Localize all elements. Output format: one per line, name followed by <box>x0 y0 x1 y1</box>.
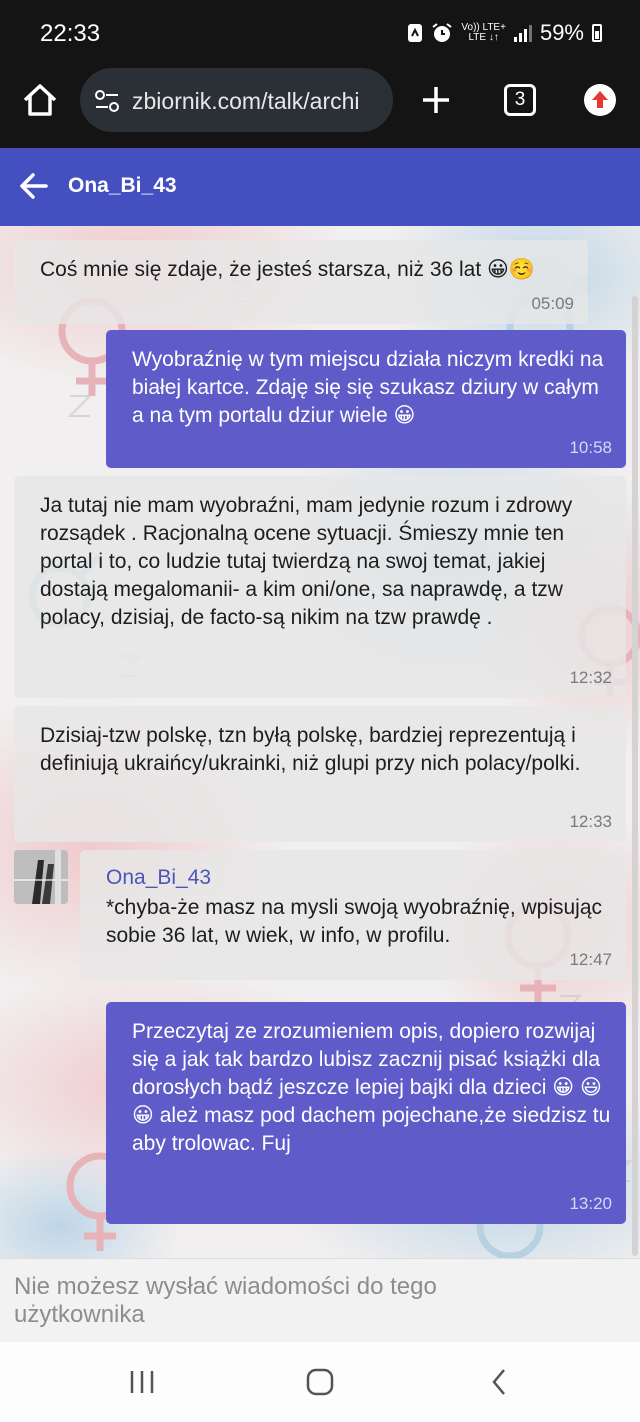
back-arrow-icon[interactable] <box>18 170 50 202</box>
status-icons: Vo)) LTE+ LTE ↓↑ 59% <box>407 20 602 46</box>
message-outgoing: Przeczytaj ze zrozumieniem opis, dopiero… <box>106 1002 626 1224</box>
avatar-image <box>14 850 68 904</box>
message-incoming: Dzisiaj-tzw polskę, tzn byłą polskę, bar… <box>14 706 626 842</box>
url-text[interactable]: zbiornik.com/talk/archi <box>132 88 382 115</box>
message-incoming-with-sender: Ona_Bi_43 *chyba-że masz na mysli swoją … <box>80 850 626 980</box>
back-nav-icon[interactable] <box>486 1368 514 1396</box>
message-text: *chyba-że masz na mysli swoją wyobraźnię… <box>106 896 603 947</box>
home-nav-icon[interactable] <box>306 1368 334 1396</box>
network-indicator: Vo)) LTE+ LTE ↓↑ <box>461 23 506 43</box>
battery-percent: 59% <box>539 20 584 45</box>
tab-count: 3 <box>514 89 526 110</box>
scrollbar[interactable] <box>632 296 638 1256</box>
message-time: 12:47 <box>569 950 612 969</box>
avatar[interactable] <box>14 850 68 904</box>
alarm-icon <box>432 23 452 42</box>
home-icon[interactable] <box>20 80 60 120</box>
tab-switcher-icon[interactable]: 3 <box>504 84 536 116</box>
network-bottom: LTE ↓↑ <box>468 32 499 43</box>
message-text: Dzisiaj-tzw polskę, tzn byłą polskę, bar… <box>40 724 581 775</box>
status-time: 22:33 <box>40 20 101 47</box>
recent-apps-icon[interactable] <box>128 1368 156 1396</box>
message-incoming: Ja tutaj nie mam wyobraźni, mam jedynie … <box>14 476 626 698</box>
message-incoming: Coś mnie się zdaje, że jesteś starsza, n… <box>14 240 588 324</box>
update-icon[interactable] <box>584 84 616 116</box>
message-time: 12:33 <box>569 812 612 831</box>
message-time: 10:58 <box>569 438 612 457</box>
message-outgoing: Wyobraźnię w tym miejscu działa niczym k… <box>106 330 626 468</box>
message-text: Ja tutaj nie mam wyobraźni, mam jedynie … <box>40 494 573 629</box>
address-bar[interactable]: zbiornik.com/talk/archi <box>80 68 393 132</box>
message-time: 13:20 <box>569 1194 612 1213</box>
new-tab-icon[interactable] <box>420 84 452 116</box>
message-time: 12:32 <box>569 668 612 687</box>
message-time: 05:09 <box>531 294 574 313</box>
message-text: Wyobraźnię w tym miejscu działa niczym k… <box>132 348 604 427</box>
sync-icon <box>408 24 423 42</box>
message-text: Coś mnie się zdaje, że jesteś starsza, n… <box>40 258 536 281</box>
cannot-message-notice: Nie możesz wysłać wiadomości do tego uży… <box>0 1258 640 1342</box>
message-text: Przeczytaj ze zrozumieniem opis, dopiero… <box>132 1020 611 1155</box>
status-bar: 22:33 Vo)) LTE+ LTE ↓↑ 59% <box>0 0 640 64</box>
site-settings-icon[interactable] <box>94 88 120 114</box>
browser-toolbar: zbiornik.com/talk/archi 3 <box>0 64 640 148</box>
sender-name[interactable]: Ona_Bi_43 <box>106 864 211 892</box>
chat-header: Ona_Bi_43 <box>0 148 640 226</box>
chat-title: Ona_Bi_43 <box>68 174 177 197</box>
battery-icon <box>592 24 602 42</box>
signal-icon <box>513 24 532 42</box>
notice-text: Nie możesz wysłać wiadomości do tego uży… <box>14 1273 437 1328</box>
message-list[interactable]: Coś mnie się zdaje, że jesteś starsza, n… <box>0 226 640 1258</box>
system-navigation-bar <box>0 1342 640 1422</box>
